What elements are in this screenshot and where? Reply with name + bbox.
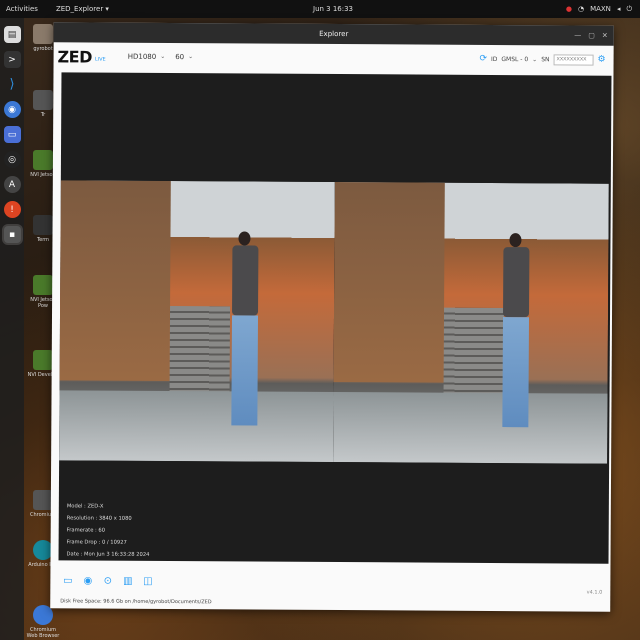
chromium-icon[interactable]: ◉ xyxy=(3,101,21,118)
scene-person xyxy=(227,231,264,441)
camera-selector: ⟳ ID GMSL - 0 ⌄ SN ⚙ xyxy=(479,53,606,66)
volume-icon[interactable]: ◂ xyxy=(617,5,621,13)
zed-logo: ZED xyxy=(57,46,92,67)
clock[interactable]: Jun 3 16:33 xyxy=(313,5,353,13)
power-mode[interactable]: MAXN xyxy=(590,5,611,13)
activities-button[interactable]: Activities xyxy=(6,5,38,13)
zed-explorer-icon[interactable]: ▪ xyxy=(3,226,21,243)
close-icon[interactable]: ✕ xyxy=(602,32,608,40)
refresh-icon[interactable]: ⟳ xyxy=(479,54,487,64)
chevron-down-icon[interactable]: ⌄ xyxy=(532,56,537,63)
wifi-icon[interactable]: ◔ xyxy=(578,5,584,13)
serial-label: SN xyxy=(541,55,550,63)
terminal-icon[interactable]: > xyxy=(3,51,21,68)
software-center-icon[interactable]: A xyxy=(3,176,21,193)
framerate-info: Framerate : 60 xyxy=(66,527,106,534)
system-tray[interactable]: ● ◔ MAXN ◂ ⏻ xyxy=(566,5,632,14)
fps-select[interactable]: 60 ⌄ xyxy=(175,53,193,61)
power-icon[interactable]: ⏻ xyxy=(626,5,632,14)
explorer-window: Explorer — ▢ ✕ ZED LIVE HD1080 ⌄ 60 ⌄ ⟳ ID… xyxy=(50,22,614,612)
toolbar: ZED LIVE HD1080 ⌄ 60 ⌄ ⟳ ID GMSL - 0 ⌄ SN … xyxy=(54,42,614,73)
camera-image xyxy=(59,180,335,463)
version-label: v4.1.0 xyxy=(586,589,603,596)
scene-wall xyxy=(333,182,445,383)
update-alert-icon[interactable]: ! xyxy=(3,201,21,218)
model-info: Model : ZED-X xyxy=(66,503,104,510)
camera-id-label: ID xyxy=(490,55,498,63)
right-camera-view xyxy=(333,182,609,464)
network-icon[interactable]: ● xyxy=(566,5,572,13)
record-icon[interactable]: ⊙ xyxy=(102,576,113,587)
frame-drop-info: Frame Drop : 0 / 10927 xyxy=(66,539,127,546)
chevron-down-icon: ⌄ xyxy=(160,52,166,60)
bottom-toolbar: ▭ ◉ ⊙ ▥ ◫ xyxy=(62,575,153,587)
top-bar: Activities ZED_Explorer ▾ Jun 3 16:33 ● … xyxy=(0,0,640,18)
maximize-icon[interactable]: ▢ xyxy=(588,32,595,40)
scene-stairs xyxy=(443,307,505,399)
dock: ▤ > ⟩ ◉ ▭ ◎ A ! ▪ xyxy=(0,18,24,640)
serial-input[interactable] xyxy=(553,53,594,66)
vscode-icon[interactable]: ⟩ xyxy=(4,76,21,93)
snapshot-icon[interactable]: ◫ xyxy=(142,576,153,587)
desktop-item[interactable]: Chromium Web Browser xyxy=(26,605,60,639)
editor-icon[interactable]: ▭ xyxy=(3,126,21,143)
minimize-icon[interactable]: — xyxy=(574,31,581,39)
camera-image xyxy=(333,182,609,464)
camera-info-overlay: Model : ZED-X Resolution : 3840 x 1080 F… xyxy=(67,500,150,561)
live-label: LIVE xyxy=(94,56,106,63)
window-controls: — ▢ ✕ xyxy=(574,31,608,39)
video-mode-icon[interactable]: ▥ xyxy=(122,576,133,587)
camera-select[interactable]: GMSL - 0 xyxy=(501,56,528,63)
disk-space-status: Disk Free Space: 96.6 Gb on /home/gyrobo… xyxy=(60,598,212,606)
chevron-down-icon: ⌄ xyxy=(188,53,194,61)
resolution-info: Resolution : 3840 x 1080 xyxy=(66,515,132,522)
folder-icon[interactable]: ▭ xyxy=(62,575,73,586)
date-info: Date : Mon Jun 3 16:33:28 2024 xyxy=(66,551,150,558)
scene-floor xyxy=(333,392,608,464)
scene-floor xyxy=(59,390,334,463)
obs-icon[interactable]: ◎ xyxy=(3,151,21,168)
resolution-select[interactable]: HD1080 ⌄ xyxy=(128,53,166,61)
stream-icon[interactable]: ◉ xyxy=(82,575,93,586)
window-title: Explorer xyxy=(319,29,349,39)
files-icon[interactable]: ▤ xyxy=(3,26,21,43)
settings-icon[interactable]: ⚙ xyxy=(597,55,605,65)
app-menu[interactable]: ZED_Explorer ▾ xyxy=(56,5,109,13)
scene-stairs xyxy=(169,306,231,397)
scene-wall xyxy=(59,180,171,382)
scene-person xyxy=(498,233,535,443)
video-viewport[interactable]: Model : ZED-X Resolution : 3840 x 1080 F… xyxy=(58,72,612,564)
left-camera-view xyxy=(59,180,335,463)
